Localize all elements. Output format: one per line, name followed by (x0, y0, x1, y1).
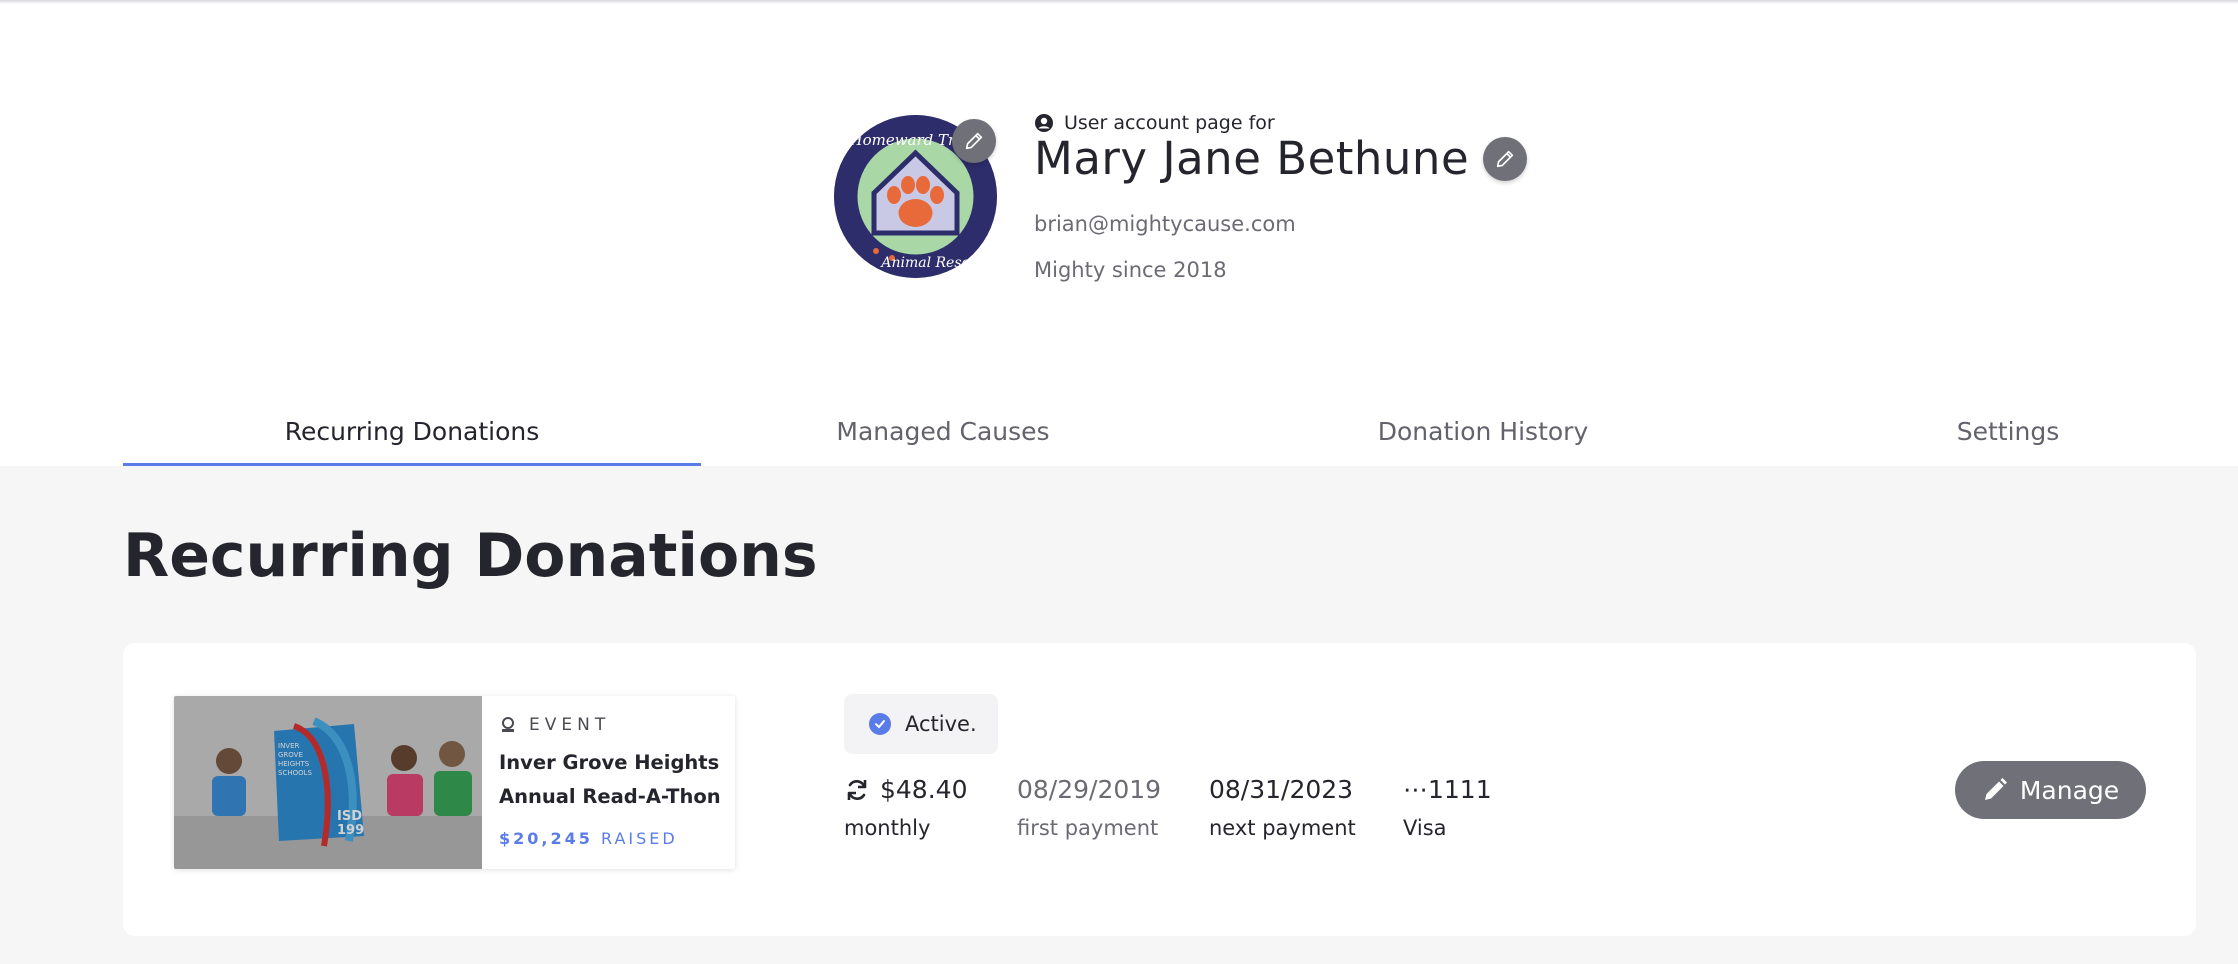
check-circle-icon (869, 713, 891, 735)
amount-stat: $48.40 monthly (844, 775, 967, 840)
first-payment-label: first payment (1017, 816, 1159, 840)
cause-image: INVER GROVE HEIGHTS SCHOOLS ISD 199 (174, 696, 482, 869)
user-name: Mary Jane Bethune (1034, 132, 1470, 185)
card-brand: Visa (1403, 816, 1447, 840)
cause-tile[interactable]: INVER GROVE HEIGHTS SCHOOLS ISD 199 EVEN… (174, 696, 735, 869)
status-badge: Active. (844, 694, 998, 754)
event-icon (502, 717, 514, 732)
status-text: Active. (905, 712, 977, 736)
account-label: User account page for (1064, 112, 1275, 134)
account-tabs: Recurring Donations Managed Causes Donat… (123, 396, 2123, 466)
donation-frequency: monthly (844, 816, 931, 840)
payment-method-stat: ⋯1111 Visa (1403, 775, 1492, 840)
card-last4: ⋯1111 (1403, 775, 1492, 804)
profile-header: Homeward Trails Animal Rescue User accou… (834, 112, 1534, 292)
top-shadow (0, 0, 2238, 4)
pencil-icon (965, 132, 983, 150)
raised-amount: $20,245 (499, 829, 593, 848)
edit-name-button[interactable] (1483, 136, 1528, 181)
first-payment-stat: 08/29/2019 first payment (1017, 775, 1161, 840)
pencil-icon (1984, 778, 2007, 800)
recurring-donation-card: INVER GROVE HEIGHTS SCHOOLS ISD 199 EVEN… (123, 643, 2196, 936)
avatar-logo-text-bottom: Animal Rescue (879, 255, 986, 271)
cause-photo: INVER GROVE HEIGHTS SCHOOLS ISD 199 (174, 696, 482, 869)
tab-recurring-donations[interactable]: Recurring Donations (123, 396, 701, 466)
raised-label: RAISED (600, 829, 678, 848)
next-payment-stat: 08/31/2023 next payment (1209, 775, 1356, 840)
next-payment-date: 08/31/2023 (1209, 775, 1354, 804)
cause-type-row: EVENT (499, 715, 610, 735)
user-email: brian@mightycause.com (1034, 212, 1296, 236)
member-since: Mighty since 2018 (1034, 258, 1227, 282)
next-payment-label: next payment (1209, 816, 1356, 840)
main-content: Recurring Donations INVER GROVE (0, 466, 2238, 964)
cause-name[interactable]: Inver Grove Heights Annual Read-A-Thon (499, 746, 724, 814)
tab-managed-causes[interactable]: Managed Causes (823, 396, 1063, 466)
tab-settings[interactable]: Settings (1923, 396, 2093, 466)
tab-donation-history[interactable]: Donation History (1363, 396, 1603, 466)
account-label-row: User account page for (1034, 112, 1275, 134)
name-row: Mary Jane Bethune (1034, 132, 1528, 185)
refresh-icon (847, 779, 867, 800)
section-title: Recurring Donations (123, 521, 818, 591)
edit-avatar-button[interactable] (952, 119, 996, 163)
raised-amount-row: $20,245 RAISED (499, 829, 678, 848)
manage-label: Manage (2019, 775, 2120, 805)
pencil-icon (1496, 150, 1514, 167)
first-payment-date: 08/29/2019 (1017, 775, 1162, 804)
manage-button[interactable]: Manage (1955, 761, 2146, 819)
donation-amount: $48.40 (880, 775, 968, 804)
user-circle-icon (1035, 114, 1053, 132)
cause-type: EVENT (529, 715, 611, 735)
